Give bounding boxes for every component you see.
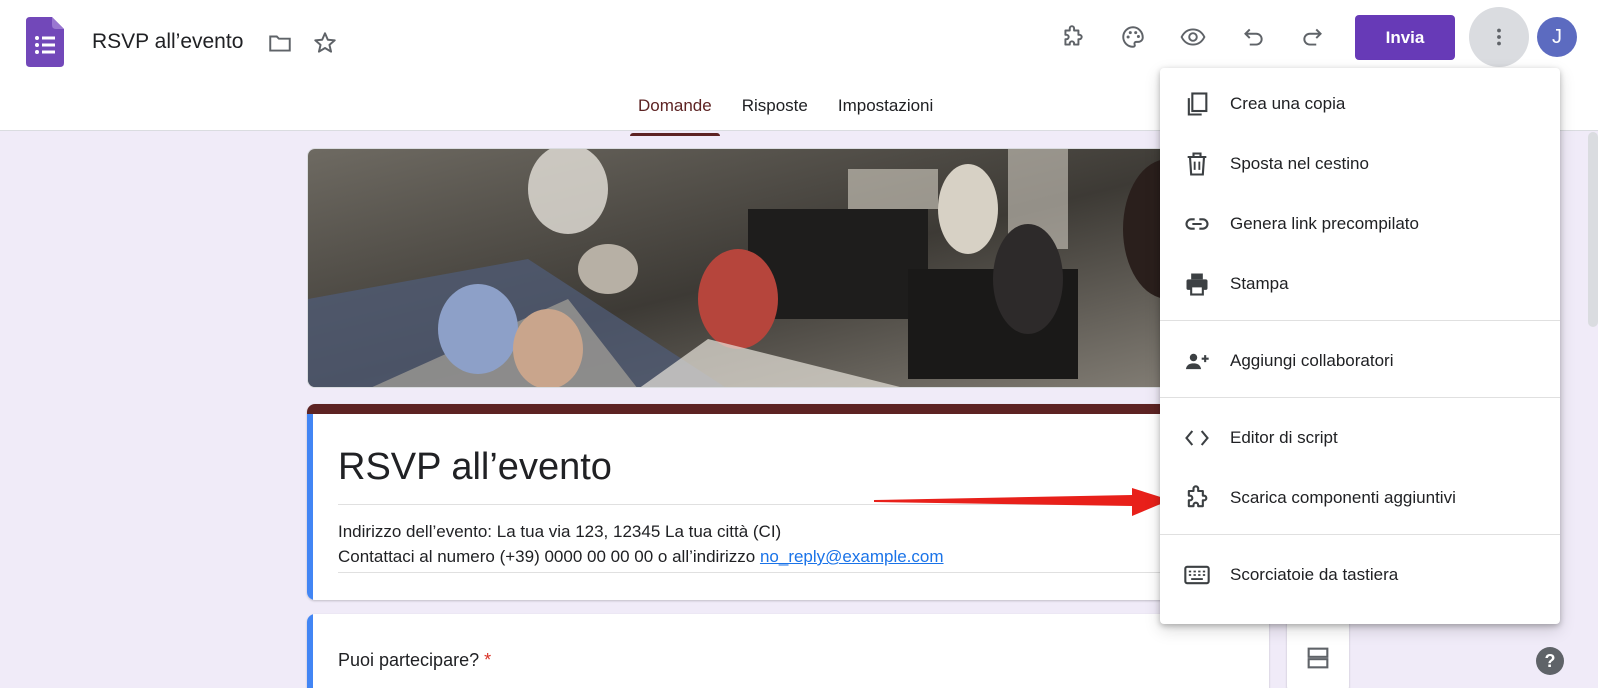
send-button[interactable]: Invia	[1355, 15, 1455, 60]
menu-item-label: Genera link precompilato	[1230, 214, 1419, 233]
menu-item-label: Scorciatoie da tastiera	[1230, 565, 1399, 584]
menu-item-make-copy[interactable]: Crea una copia	[1160, 76, 1560, 132]
redo-icon[interactable]	[1289, 13, 1337, 61]
form-description-line2[interactable]: Contattaci al numero (+39) 0000 00 00 00…	[338, 547, 944, 567]
link-icon	[1182, 209, 1212, 239]
form-title[interactable]: RSVP all’evento	[338, 446, 612, 489]
palette-icon[interactable]	[1109, 13, 1157, 61]
red-arrow-annotation	[874, 488, 1170, 516]
header-image	[307, 148, 1269, 388]
menu-item-add-collaborators[interactable]: Aggiungi collaboratori	[1160, 333, 1560, 389]
menu-item-label: Crea una copia	[1230, 94, 1346, 113]
tab-questions[interactable]: Domande	[630, 96, 720, 136]
copy-icon	[1182, 89, 1212, 119]
menu-item-script-editor[interactable]: Editor di script	[1160, 410, 1560, 466]
form-tabs: Domande Risposte Impostazioni	[630, 96, 955, 136]
menu-item-label: Aggiungi collaboratori	[1230, 351, 1394, 370]
question-title[interactable]: Puoi partecipare? *	[338, 650, 491, 671]
undo-icon[interactable]	[1229, 13, 1277, 61]
trash-icon	[1182, 149, 1212, 179]
add-section-icon[interactable]	[1304, 644, 1332, 672]
folder-icon[interactable]	[256, 19, 304, 67]
description-divider	[338, 572, 1238, 573]
menu-item-print[interactable]: Stampa	[1160, 256, 1560, 312]
star-icon[interactable]	[301, 19, 349, 67]
add-people-icon	[1182, 346, 1212, 376]
menu-item-label: Sposta nel cestino	[1230, 154, 1369, 173]
description-contact-text: Contattaci al numero (+39) 0000 00 00 00…	[338, 547, 760, 566]
more-options-menu: Crea una copia Sposta nel cestino Genera…	[1160, 68, 1560, 624]
menu-item-label: Editor di script	[1230, 428, 1338, 447]
menu-item-prefilled-link[interactable]: Genera link precompilato	[1160, 196, 1560, 252]
menu-divider	[1160, 397, 1560, 398]
theme-color-bar	[307, 404, 1269, 414]
preview-icon[interactable]	[1169, 13, 1217, 61]
addons-icon[interactable]	[1049, 13, 1097, 61]
puzzle-icon	[1182, 483, 1212, 513]
code-icon	[1182, 423, 1212, 453]
menu-item-label: Stampa	[1230, 274, 1289, 293]
menu-divider	[1160, 320, 1560, 321]
menu-item-keyboard-shortcuts[interactable]: Scorciatoie da tastiera	[1160, 547, 1560, 603]
print-icon	[1182, 269, 1212, 299]
email-link[interactable]: no_reply@example.com	[760, 547, 944, 566]
required-asterisk: *	[484, 650, 492, 670]
account-avatar[interactable]: J	[1537, 17, 1577, 57]
tab-responses[interactable]: Risposte	[734, 96, 816, 126]
floating-toolbar	[1287, 614, 1349, 688]
active-section-indicator	[307, 414, 313, 600]
menu-divider	[1160, 534, 1560, 535]
more-options-button[interactable]	[1469, 7, 1529, 67]
tab-settings[interactable]: Impostazioni	[830, 96, 941, 126]
keyboard-icon	[1182, 560, 1212, 590]
help-icon[interactable]: ?	[1536, 647, 1564, 675]
form-description-line1[interactable]: Indirizzo dell’evento: La tua via 123, 1…	[338, 522, 781, 542]
question-text: Puoi partecipare?	[338, 650, 480, 670]
menu-item-get-addons[interactable]: Scarica componenti aggiuntivi	[1160, 470, 1560, 526]
question-card[interactable]: Puoi partecipare? *	[307, 614, 1269, 688]
menu-item-label: Scarica componenti aggiuntivi	[1230, 488, 1456, 507]
document-title[interactable]: RSVP all’evento	[92, 30, 243, 54]
scrollbar[interactable]	[1588, 132, 1598, 327]
more-vert-icon	[1497, 28, 1501, 46]
forms-logo-icon[interactable]	[26, 17, 64, 67]
question-indicator	[307, 614, 313, 688]
menu-item-move-to-trash[interactable]: Sposta nel cestino	[1160, 136, 1560, 192]
